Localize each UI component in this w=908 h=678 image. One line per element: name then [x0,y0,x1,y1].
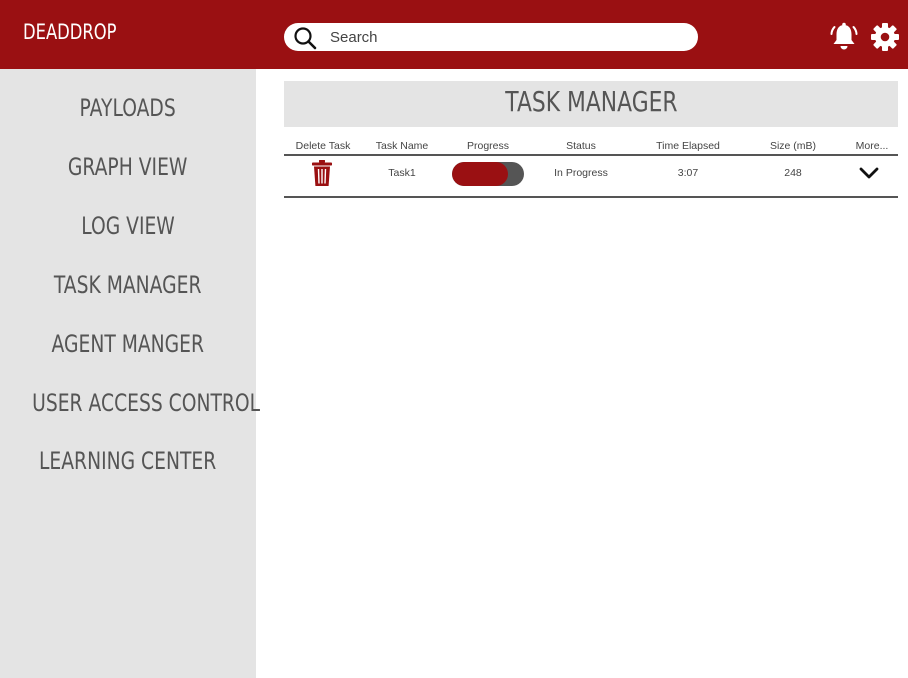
task-name: Task1 [388,167,416,179]
progress-bar-fill [452,162,509,186]
gear-icon[interactable] [870,22,900,52]
chevron-down-icon[interactable] [858,164,880,182]
column-header-more: More... [855,140,889,152]
progress-bar [452,162,524,186]
status-text: In Progress [554,167,608,179]
sidebar-item-payloads[interactable]: PAYLOADS [0,93,256,123]
sidebar-item-graph-view[interactable]: GRAPH VIEW [0,152,256,182]
trash-icon[interactable] [311,160,333,187]
column-header-size: Size (mB) [769,140,817,152]
search-bar[interactable] [284,23,698,51]
page-title: TASK MANAGER [504,85,678,118]
bell-icon[interactable] [828,21,860,53]
top-bar: DEADDROP [0,0,908,69]
column-header-task-name: Task Name [375,140,429,152]
search-icon[interactable] [293,26,317,50]
column-header-time-elapsed: Time Elapsed [656,140,720,152]
search-input[interactable] [330,27,680,47]
table-header-divider [284,154,898,156]
column-header-progress: Progress [466,140,509,152]
time-elapsed: 3:07 [677,167,699,179]
app-logo[interactable]: DEADDROP [23,20,117,44]
sidebar-item-task-manager[interactable]: TASK MANAGER [0,270,256,300]
column-header-delete-task: Delete Task [295,140,351,152]
sidebar-item-agent-manager[interactable]: AGENT MANGER [0,329,256,359]
sidebar-item-log-view[interactable]: LOG VIEW [0,211,256,241]
sidebar-item-learning-center[interactable]: LEARNING CENTER [0,446,256,476]
column-header-status: Status [566,140,596,152]
page-title-bar: TASK MANAGER [284,81,898,127]
sidebar: PAYLOADS GRAPH VIEW LOG VIEW TASK MANAGE… [0,69,260,678]
size-value: 248 [784,167,802,179]
sidebar-item-user-access-control[interactable]: USER ACCESS CONTROL [0,388,260,418]
table-row-divider [284,196,898,198]
